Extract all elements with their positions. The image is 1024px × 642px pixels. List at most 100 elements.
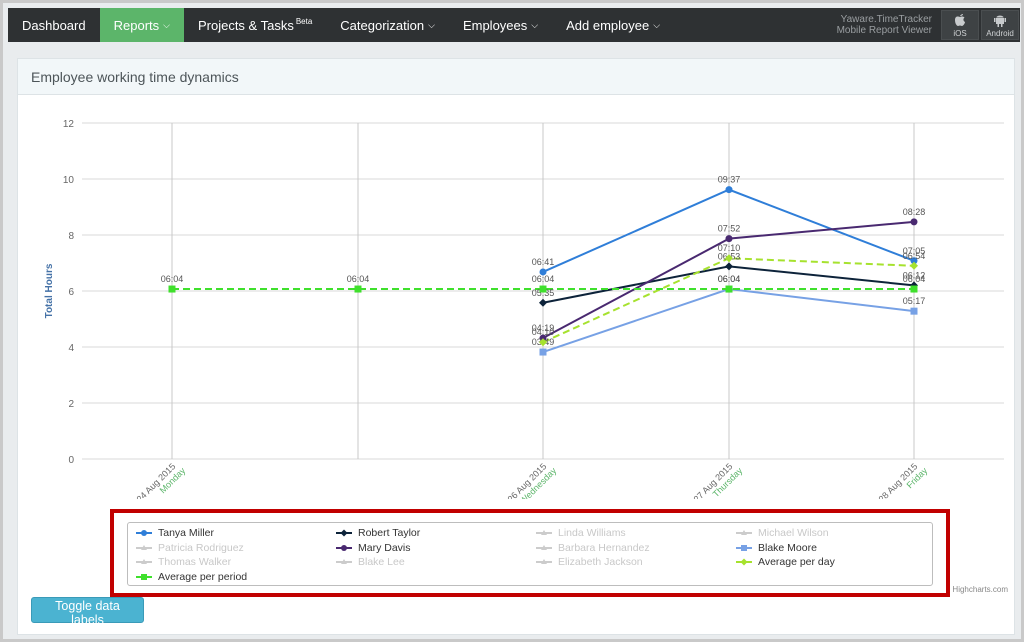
legend-symbol-icon (536, 530, 552, 535)
legend-item[interactable]: Patricia Rodriguez (136, 542, 244, 554)
data-point (910, 218, 918, 226)
data-label: 06:04 (161, 274, 184, 284)
legend-symbol-icon (136, 559, 152, 564)
legend-item[interactable]: Mary Davis (336, 542, 411, 554)
nav-employees-label: Employees (462, 17, 528, 33)
legend-item[interactable]: Robert Taylor (336, 527, 420, 539)
ios-app-button[interactable]: iOS (941, 10, 979, 40)
brand-line-1: Yaware.TimeTracker (840, 14, 932, 25)
legend-item[interactable]: Average per period (136, 571, 247, 583)
legend-highlight: Tanya Miller Robert Taylor Linda Williams M… (110, 509, 950, 597)
data-point (539, 285, 547, 293)
top-navbar: Dashboard Reports ⌵ Projects & Tasks Beta … (8, 8, 1020, 42)
data-point (354, 285, 362, 293)
legend-symbol-icon (136, 544, 152, 550)
data-label: 05:17 (903, 296, 926, 306)
x-tick-label: 28 Aug 2015Friday (877, 458, 930, 499)
data-label: 07:10 (718, 243, 741, 253)
data-point (725, 262, 733, 271)
legend-symbol-icon (736, 530, 752, 535)
data-point (725, 285, 733, 293)
brand-line-2: Mobile Report Viewer (836, 25, 932, 36)
mobile-viewer-brand: Yaware.TimeTracker Mobile Report Viewer (837, 8, 940, 42)
beta-badge: Beta (295, 16, 313, 26)
nav-employees[interactable]: Employees ⌵ (449, 8, 552, 42)
legend-label: Mary Davis (358, 541, 411, 554)
data-label: 09:37 (718, 175, 741, 185)
data-point (725, 186, 733, 194)
data-point (168, 285, 176, 293)
data-label: 06:54 (903, 251, 926, 261)
highcharts-credits[interactable]: Highcharts.com (952, 585, 1008, 594)
data-point (539, 348, 547, 356)
toggle-data-labels-button[interactable]: Toggle data labels (31, 597, 144, 627)
chevron-down-icon: ⌵ (653, 19, 661, 30)
data-label: 06:04 (532, 274, 555, 284)
data-label: 06:04 (718, 274, 741, 284)
data-point (910, 261, 918, 270)
y-tick-label: 12 (63, 119, 75, 130)
data-label: 08:28 (903, 207, 926, 217)
data-label: 07:52 (718, 224, 741, 234)
apple-icon (954, 13, 966, 29)
legend-label: Elizabeth Jackson (558, 556, 643, 568)
x-tick-label: 24 Aug 2015Monday (135, 458, 188, 499)
app-window: Dashboard Reports ⌵ Projects & Tasks Beta … (0, 0, 1024, 642)
legend-label: Average per day (758, 556, 835, 568)
legend-item[interactable]: Blake Lee (336, 556, 405, 568)
legend-item[interactable]: Linda Williams (536, 527, 626, 539)
legend-label: Blake Lee (358, 556, 405, 568)
nav-dashboard-label: Dashboard (22, 17, 86, 33)
legend-symbol-icon (136, 530, 152, 536)
legend-symbol-icon (336, 544, 352, 551)
legend-symbol-icon (336, 529, 352, 537)
y-tick-label: 2 (68, 399, 74, 410)
ios-label: iOS (953, 28, 967, 38)
legend-item[interactable]: Barbara Hernandez (536, 542, 650, 554)
nav-reports[interactable]: Reports ⌵ (99, 8, 184, 42)
chart-panel: Employee working time dynamics 0 2 4 6 8 10 12… (17, 58, 1015, 635)
data-point (725, 235, 733, 243)
x-tick-label: 27 Aug 2015Thursday (692, 458, 745, 499)
chevron-down-icon: ⌵ (428, 19, 435, 30)
nav-categorization-label: Categorization (340, 17, 425, 33)
legend-item[interactable]: Tanya Miller (136, 527, 214, 539)
chevron-down-icon: ⌵ (163, 19, 170, 30)
legend-label: Tanya Miller (158, 527, 215, 539)
legend-label: Michael Wilson (758, 527, 829, 539)
nav-categorization[interactable]: Categorization ⌵ (326, 8, 449, 42)
legend-item[interactable]: Blake Moore (736, 542, 817, 554)
data-label: 06:04 (347, 274, 370, 284)
y-tick-label: 6 (68, 287, 74, 298)
legend-item[interactable]: Average per day (736, 556, 835, 568)
data-label: 06:41 (532, 257, 555, 267)
y-tick-label: 4 (68, 343, 74, 354)
legend-label: Patricia Rodriguez (158, 541, 244, 554)
nav-dashboard[interactable]: Dashboard (8, 8, 100, 42)
legend-symbol-icon (536, 544, 552, 550)
legend-item[interactable]: Michael Wilson (736, 527, 829, 539)
legend-symbol-icon (736, 558, 752, 566)
legend-item[interactable]: Elizabeth Jackson (536, 556, 643, 568)
chart-legend: Tanya Miller Robert Taylor Linda Williams M… (127, 522, 933, 586)
y-tick-label: 8 (68, 231, 74, 242)
data-point (910, 307, 918, 315)
legend-symbol-icon (536, 559, 552, 564)
nav-projects-tasks[interactable]: Projects & Tasks Beta (184, 8, 326, 42)
legend-label: Blake Moore (758, 541, 817, 554)
y-tick-label: 0 (68, 455, 74, 466)
chevron-down-icon: ⌵ (531, 19, 539, 30)
nav-add-employee[interactable]: Add employee ⌵ (552, 8, 674, 42)
legend-symbol-icon (336, 559, 352, 564)
x-tick-label: 26 Aug 2015Wednesday (506, 458, 559, 499)
legend-item[interactable]: Thomas Walker (136, 556, 231, 568)
android-app-button[interactable]: Android (981, 10, 1019, 40)
legend-symbol-icon (736, 544, 752, 551)
nav-add-employee-label: Add employee (566, 17, 650, 33)
legend-label: Robert Taylor (358, 527, 421, 539)
legend-label: Thomas Walker (158, 556, 232, 568)
nav-projects-label: Projects & Tasks (197, 17, 294, 33)
legend-label: Average per period (158, 570, 248, 583)
legend-label: Linda Williams (558, 527, 626, 539)
y-axis-title: Total Hours (44, 263, 55, 318)
